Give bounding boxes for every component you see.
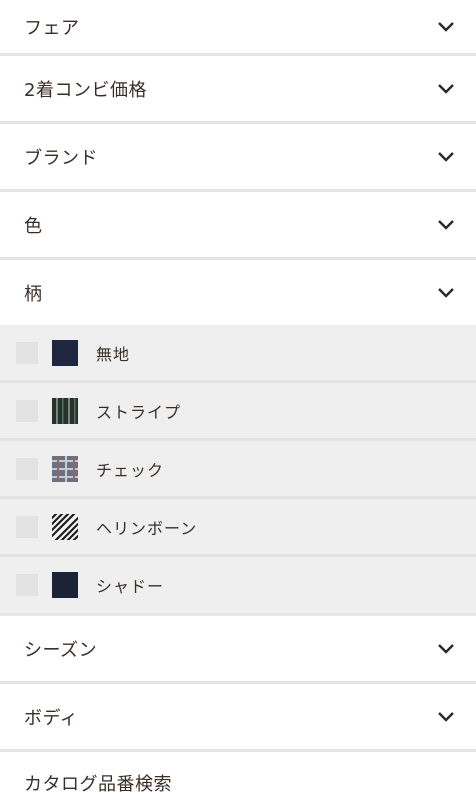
option-label: チェック <box>96 460 165 480</box>
chevron-down-icon <box>436 286 456 300</box>
checkbox[interactable] <box>16 341 38 364</box>
filter-section-body[interactable]: ボディ <box>0 684 476 749</box>
section-label: ボディ <box>24 707 79 729</box>
shadow-swatch-icon <box>52 571 78 598</box>
pattern-option-herringbone[interactable]: ヘリンボーン <box>0 499 476 554</box>
section-label: シーズン <box>24 639 98 661</box>
checkbox[interactable] <box>16 573 38 596</box>
pattern-options-panel: 無地 ストライプ チェック ヘリンボーン シャドー <box>0 325 476 613</box>
filter-section-catalog-search[interactable]: カタログ品番検索 <box>0 752 476 800</box>
pattern-option-check[interactable]: チェック <box>0 441 476 496</box>
section-label: 色 <box>24 215 43 237</box>
filter-section-season[interactable]: シーズン <box>0 616 476 681</box>
chevron-down-icon <box>436 710 456 724</box>
section-label: 2着コンビ価格 <box>24 79 147 101</box>
check-swatch-icon <box>52 455 78 482</box>
chevron-down-icon <box>436 20 456 34</box>
pattern-option-stripe[interactable]: ストライプ <box>0 383 476 438</box>
chevron-down-icon <box>436 82 456 96</box>
chevron-down-icon <box>436 218 456 232</box>
option-label: 無地 <box>96 344 131 364</box>
solid-swatch-icon <box>52 339 78 366</box>
herringbone-swatch-icon <box>49 508 83 543</box>
filter-section-pattern[interactable]: 柄 <box>0 260 476 325</box>
section-label: ブランド <box>24 147 98 169</box>
pattern-option-shadow[interactable]: シャドー <box>0 557 476 612</box>
checkbox[interactable] <box>16 515 38 538</box>
filter-section-combo-price[interactable]: 2着コンビ価格 <box>0 56 476 121</box>
option-label: ストライプ <box>96 402 182 422</box>
checkbox[interactable] <box>16 399 38 422</box>
stripe-swatch-icon <box>52 397 78 424</box>
chevron-down-icon <box>436 150 456 164</box>
filter-section-fair[interactable]: フェア <box>0 0 476 53</box>
section-label: カタログ品番検索 <box>24 774 172 795</box>
section-label: 柄 <box>24 283 43 305</box>
option-label: シャドー <box>96 576 165 596</box>
chevron-down-icon <box>436 642 456 656</box>
checkbox[interactable] <box>16 457 38 480</box>
section-label: フェア <box>24 17 80 39</box>
filter-section-brand[interactable]: ブランド <box>0 124 476 189</box>
filter-section-color[interactable]: 色 <box>0 192 476 257</box>
option-label: ヘリンボーン <box>96 518 198 538</box>
pattern-option-solid[interactable]: 無地 <box>0 325 476 380</box>
